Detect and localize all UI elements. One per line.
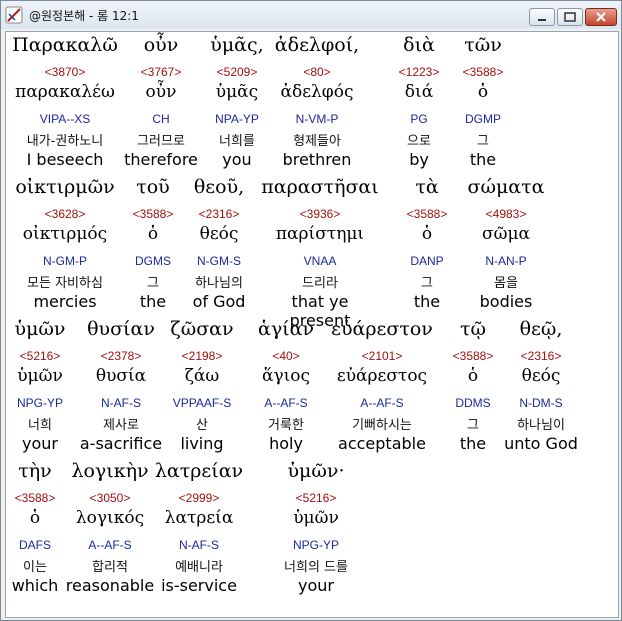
parsing-code: DGMP xyxy=(465,112,501,126)
greek-word: τῶν xyxy=(464,34,502,56)
parsing-code: VNAA xyxy=(303,254,337,268)
word-column[interactable]: παραστῆσαι <3936> παρίστημι VNAA 드리라 that ye … xyxy=(260,174,380,330)
korean-gloss: 몸을 xyxy=(494,276,518,291)
lemma-word: σῶμα xyxy=(482,224,530,244)
greek-word: παραστῆσαι xyxy=(261,176,379,198)
parsing-code: NPG-YP xyxy=(292,538,339,552)
word-column[interactable]: σώματα <4983> σῶμα N-AN-P 몸을 bodies xyxy=(446,174,566,312)
korean-gloss: 드리라 xyxy=(302,276,338,291)
lemma-word: ὑμῶν xyxy=(293,508,339,528)
lemma-word: παρίστημι xyxy=(275,224,365,244)
greek-word: λατρείαν xyxy=(154,460,244,482)
parsing-code: N-DM-S xyxy=(519,396,563,410)
strong-number[interactable]: <2316> xyxy=(481,349,601,363)
lemma-word: ὁ xyxy=(477,82,489,102)
greek-word: ὑμῶν· xyxy=(287,460,345,482)
strong-number[interactable]: <3936> xyxy=(260,207,380,221)
english-gloss: the xyxy=(469,150,497,169)
strong-number[interactable]: <4983> xyxy=(446,207,566,221)
app-quill-icon[interactable] xyxy=(5,6,23,24)
minimize-icon xyxy=(538,19,546,21)
title-bar[interactable]: @원정본해 - 롬 12:1 xyxy=(1,1,621,29)
maximize-button[interactable] xyxy=(557,8,583,26)
interlinear-panel[interactable]: Παρακαλῶ <3870> παρακαλέω VIPA--XS 내가-권하노니 I … xyxy=(5,31,619,618)
close-button[interactable] xyxy=(585,8,617,26)
word-column[interactable]: θεῷ, <2316> θεός N-DM-S 하나님이 unto God xyxy=(481,316,601,454)
lemma-word: θεός xyxy=(521,366,561,386)
english-gloss: unto God xyxy=(504,434,578,453)
maximize-icon xyxy=(564,12,576,22)
korean-gloss: 그 xyxy=(477,134,489,149)
greek-word: σώματα xyxy=(467,176,545,198)
parsing-code: N-AN-P xyxy=(485,254,527,268)
korean-gloss: 예배니라 xyxy=(175,560,223,575)
close-icon xyxy=(596,12,606,22)
korean-gloss: 하나님이 xyxy=(517,418,565,433)
window-title: @원정본해 - 롬 12:1 xyxy=(29,9,139,23)
parsing-code: N-AF-S xyxy=(179,538,219,552)
english-gloss: bodies xyxy=(479,292,533,311)
english-gloss: is-service xyxy=(161,576,237,595)
minimize-button[interactable] xyxy=(529,8,555,26)
lemma-word: λατρεία xyxy=(164,508,234,528)
word-column[interactable]: λατρείαν <2999> λατρεία N-AF-S 예배니라 is-servic… xyxy=(139,458,259,596)
strong-number[interactable]: <5216> xyxy=(256,491,376,505)
word-column[interactable]: τῶν <3588> ὁ DGMP 그 the xyxy=(423,32,543,170)
word-column[interactable]: ὑμῶν· <5216> ὑμῶν NPG-YP 너희의 드를 your xyxy=(256,458,376,596)
english-gloss: your xyxy=(298,576,334,595)
app-window: @원정본해 - 롬 12:1 Παρακαλῶ <3870> παρακαλέω VI… xyxy=(0,0,622,621)
strong-number[interactable]: <3588> xyxy=(423,65,543,79)
korean-gloss: 너희의 드를 xyxy=(284,560,348,575)
greek-word: θεῷ, xyxy=(519,318,563,340)
strong-number[interactable]: <2999> xyxy=(139,491,259,505)
